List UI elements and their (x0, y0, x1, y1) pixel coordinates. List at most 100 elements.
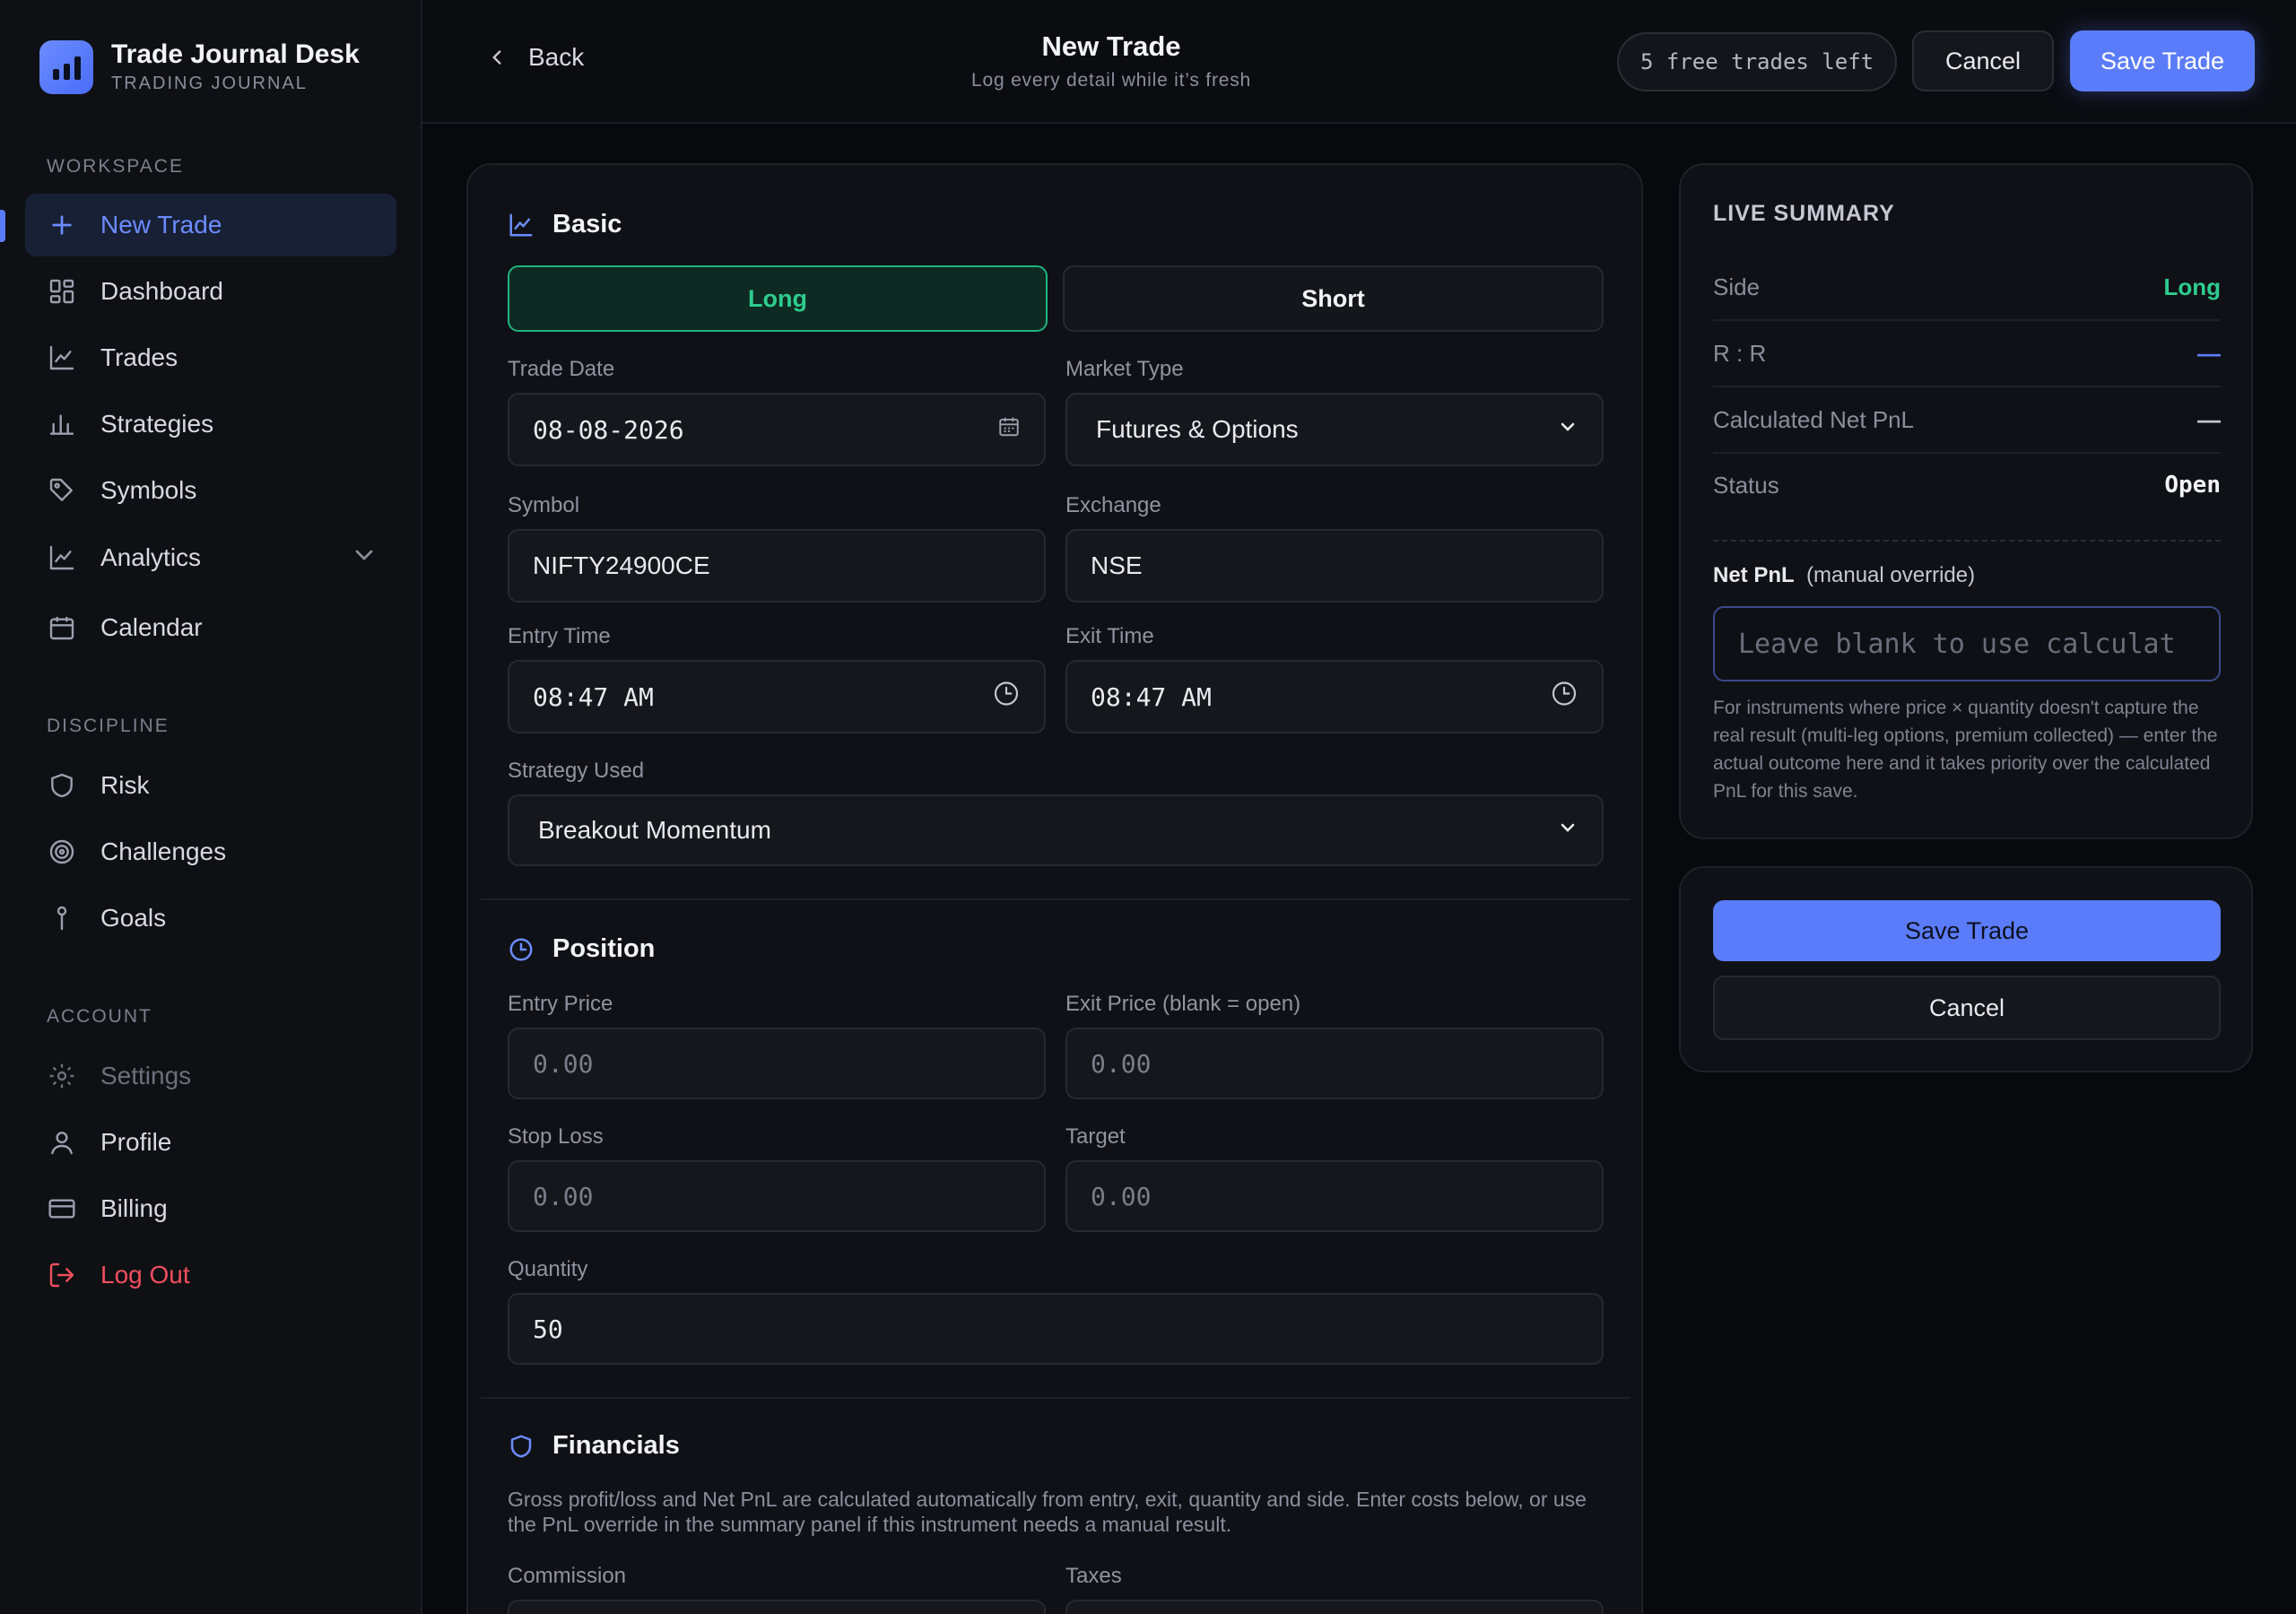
sidebar-item-label: Challenges (100, 837, 227, 865)
top-header: Back New Trade Log every detail while it… (422, 0, 2296, 124)
net-pnl-value: — (2197, 405, 2221, 433)
symbol-input[interactable]: NIFTY24900CE (508, 529, 1046, 603)
taxes-input[interactable] (1065, 1600, 1604, 1614)
pin-icon (47, 903, 77, 933)
summary-row-rr: R : R — (1713, 321, 2221, 387)
cancel-button[interactable]: Cancel (1713, 976, 2221, 1040)
chevron-down-icon (1557, 415, 1578, 444)
section-divider (481, 898, 1631, 900)
summary-row-net-pnl: Calculated Net PnL — (1713, 387, 2221, 454)
sidebar-item-label: Strategies (100, 410, 214, 438)
sidebar-item-label: Settings (100, 1062, 192, 1089)
clock-icon (509, 938, 533, 960)
clock-icon[interactable] (1550, 680, 1578, 715)
section-label-discipline: DISCIPLINE (47, 716, 170, 736)
chevron-left-icon (492, 50, 501, 65)
brand-subtitle: TRADING JOURNAL (111, 74, 308, 93)
brand-logo-icon (39, 39, 93, 94)
clock-icon[interactable] (992, 680, 1021, 715)
sidebar-item-symbols[interactable]: Symbols (25, 459, 396, 522)
sidebar-item-label: Risk (100, 771, 150, 799)
brand[interactable]: Trade Journal Desk TRADING JOURNAL (39, 39, 360, 94)
chevron-down-icon[interactable] (350, 541, 378, 576)
entry-price-input[interactable]: 0.00 (508, 1028, 1046, 1099)
brand-title: Trade Journal Desk (111, 39, 360, 69)
sidebar-item-risk[interactable]: Risk (25, 754, 396, 817)
free-trades-badge: 5 free trades left (1617, 32, 1898, 91)
active-indicator (0, 210, 5, 242)
side-short-toggle[interactable]: Short (1063, 265, 1604, 332)
gear-icon (47, 1061, 77, 1091)
exit-price-label: Exit Price (blank = open) (1065, 992, 1301, 1016)
side-value: Long (2163, 273, 2221, 300)
target-input[interactable]: 0.00 (1065, 1160, 1604, 1232)
market-type-label: Market Type (1065, 357, 1184, 381)
sidebar-item-logout[interactable]: Log Out (25, 1244, 396, 1306)
sidebar-item-strategies[interactable]: Strategies (25, 393, 396, 456)
taxes-label: Taxes (1065, 1564, 1122, 1588)
sidebar-item-label: New Trade (100, 211, 222, 239)
financials-description: Gross profit/loss and Net PnL are calcul… (508, 1488, 1587, 1536)
cancel-button[interactable]: Cancel (1912, 30, 2054, 91)
sidebar-item-trades[interactable]: Trades (25, 326, 396, 389)
section-label-account: ACCOUNT (47, 1006, 152, 1027)
sidebar-item-goals[interactable]: Goals (25, 887, 396, 950)
back-button[interactable]: Back (485, 43, 584, 72)
sidebar-item-label: Goals (100, 904, 167, 932)
commission-input[interactable] (508, 1600, 1046, 1614)
tag-icon (47, 475, 77, 506)
calendar-icon (47, 612, 77, 643)
stop-loss-label: Stop Loss (508, 1124, 604, 1149)
sidebar-item-label: Analytics (100, 543, 202, 571)
section-financials-title: Financials (508, 1431, 680, 1461)
entry-time-input[interactable]: 08:47 AM (508, 660, 1046, 733)
exit-time-label: Exit Time (1065, 624, 1154, 648)
sidebar-item-label: Log Out (100, 1261, 190, 1289)
strategy-select[interactable]: Breakout Momentum (508, 794, 1604, 866)
exchange-label: Exchange (1065, 493, 1161, 517)
status-value: Open (2164, 472, 2221, 499)
shield-icon (510, 1435, 532, 1457)
chart-line-icon (509, 213, 533, 236)
sidebar: Trade Journal Desk TRADING JOURNAL WORKS… (0, 0, 422, 1614)
exchange-input[interactable]: NSE (1065, 529, 1604, 603)
sidebar-item-billing[interactable]: Billing (25, 1177, 396, 1240)
exit-time-input[interactable]: 08:47 AM (1065, 660, 1604, 733)
calendar-icon[interactable] (997, 415, 1021, 445)
grid-icon (47, 276, 77, 307)
save-trade-button[interactable]: Save Trade (2070, 30, 2255, 91)
sidebar-item-challenges[interactable]: Challenges (25, 820, 396, 883)
pnl-override-label: Net PnL (manual override) (1713, 563, 1976, 587)
section-label-workspace: WORKSPACE (47, 156, 184, 177)
credit-card-icon (47, 1193, 77, 1224)
chart-line-icon (47, 542, 77, 573)
sidebar-item-label: Billing (100, 1194, 168, 1222)
save-trade-button[interactable]: Save Trade (1713, 900, 2221, 961)
sidebar-item-label: Symbols (100, 476, 197, 504)
quantity-label: Quantity (508, 1257, 588, 1281)
summary-row-status: Status Open (1713, 471, 2221, 499)
sidebar-item-dashboard[interactable]: Dashboard (25, 260, 396, 323)
rr-value: — (2197, 339, 2221, 367)
sidebar-item-label: Dashboard (100, 277, 223, 305)
quantity-input[interactable]: 50 (508, 1293, 1604, 1365)
market-type-select[interactable]: Futures & Options (1065, 393, 1604, 466)
sidebar-item-settings[interactable]: Settings (25, 1045, 396, 1107)
actions-panel: Save Trade Cancel (1679, 866, 2253, 1072)
sidebar-item-calendar[interactable]: Calendar (25, 596, 396, 659)
symbol-label: Symbol (508, 493, 580, 517)
trade-date-input[interactable]: 08-08-2026 (508, 393, 1046, 466)
sidebar-item-label: Calendar (100, 613, 203, 641)
user-icon (47, 1127, 77, 1158)
sidebar-item-profile[interactable]: Profile (25, 1111, 396, 1174)
side-long-toggle[interactable]: Long (508, 265, 1048, 332)
pnl-override-input[interactable]: Leave blank to use calculat (1713, 606, 2221, 681)
pnl-override-note: For instruments where price × quantity d… (1713, 698, 2218, 802)
sidebar-item-analytics[interactable]: Analytics (25, 526, 396, 589)
stop-loss-input[interactable]: 0.00 (508, 1160, 1046, 1232)
exit-price-input[interactable]: 0.00 (1065, 1028, 1604, 1099)
sidebar-item-new-trade[interactable]: New Trade (25, 194, 396, 256)
section-position-title: Position (508, 934, 655, 964)
trade-date-label: Trade Date (508, 357, 615, 381)
live-summary-panel: LIVE SUMMARY Side Long R : R — Calculate… (1679, 163, 2253, 839)
